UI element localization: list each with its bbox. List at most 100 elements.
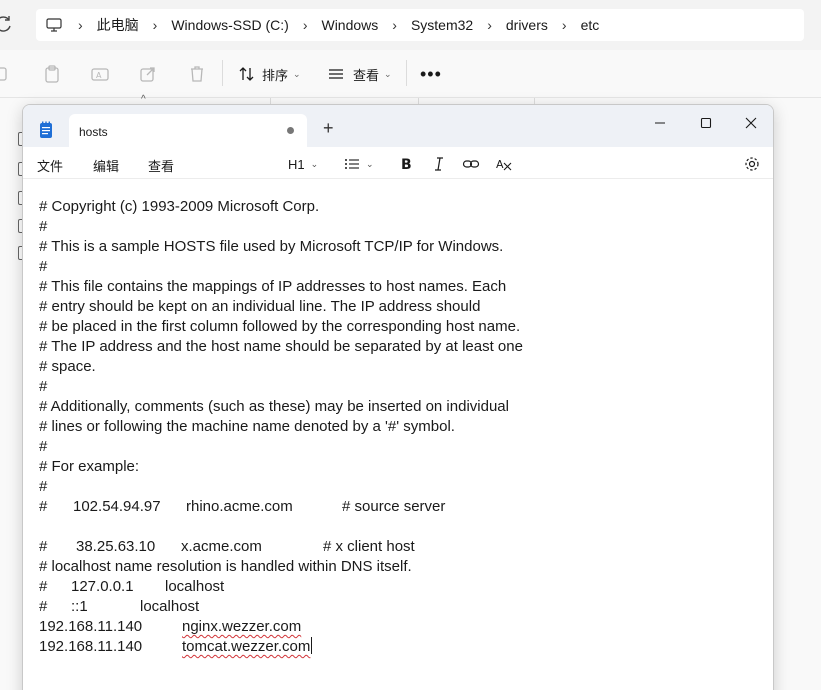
link-icon[interactable] (462, 155, 480, 173)
computer-icon[interactable] (46, 18, 62, 32)
address-row: › 此电脑 › Windows-SSD (C:) › Windows › Sys… (0, 0, 821, 50)
breadcrumb-windows[interactable]: Windows (321, 17, 378, 33)
comment: # source server (342, 498, 446, 515)
list-icon (345, 159, 359, 169)
ip-address: 192.168.11.140 (39, 638, 143, 655)
text-line: # Additionally, comments (such as these)… (39, 398, 509, 415)
hash: # (39, 498, 48, 515)
host-name: nginx.wezzer.com (182, 618, 302, 635)
share-icon[interactable] (138, 64, 158, 84)
ip-address: 127.0.0.1 (71, 578, 134, 595)
text-line: # For example: (39, 458, 140, 475)
text-line: # lines or following the machine name de… (39, 418, 455, 435)
heading-label: H1 (288, 156, 305, 172)
chevron-down-icon: ⌄ (310, 158, 319, 169)
breadcrumb-etc[interactable]: etc (581, 17, 600, 33)
example-line-xclient: # 38.25.63.10 x.acme.com # x client host (39, 537, 639, 557)
text-line: # The IP address and the host name shoul… (39, 338, 523, 355)
text-line: # (39, 218, 48, 235)
example-line-rhino: # 102.54.94.97 rhino.acme.com # source s… (39, 497, 639, 517)
chevron-right-icon[interactable]: › (487, 17, 492, 33)
chevron-right-icon[interactable]: › (78, 17, 83, 33)
new-tab-plus-icon[interactable]: + (323, 119, 334, 137)
notepad-window: hosts + 文件 编辑 查看 H1 ⌄ ⌄ B A # Copyright … (22, 104, 774, 690)
chevron-down-icon: ⌄ (293, 68, 301, 79)
host-name: x.acme.com (181, 538, 262, 555)
ip-address: 192.168.11.140 (39, 618, 143, 635)
hosts-entry-tomcat: 192.168.11.140 tomcat.wezzer.com (39, 637, 639, 657)
rename-icon[interactable]: A (90, 64, 110, 84)
bold-icon[interactable]: B (399, 155, 413, 173)
text-line: # (39, 478, 48, 495)
chevron-right-icon[interactable]: › (562, 17, 567, 33)
host-name-with-caret: tomcat.wezzer.com (182, 637, 313, 657)
text-editor[interactable]: # Copyright (c) 1993-2009 Microsoft Corp… (23, 179, 773, 690)
command-bar: A 排序 ⌄ 查看 ⌄ ••• (0, 50, 821, 98)
clear-formatting-icon[interactable]: A (495, 155, 513, 173)
example-line-localhost-v6: # ::1 localhost (39, 597, 639, 617)
text-line: # entry should be kept on an individual … (39, 298, 481, 315)
ip-address: 102.54.94.97 (73, 498, 161, 515)
tab-hosts[interactable]: hosts (69, 114, 307, 147)
text-line: # localhost name resolution is handled w… (39, 558, 412, 575)
hash: # (39, 578, 48, 595)
ip-address: ::1 (71, 598, 88, 615)
chevron-right-icon[interactable]: › (392, 17, 397, 33)
comment: # x client host (323, 538, 415, 555)
chevron-right-icon[interactable]: › (303, 17, 308, 33)
tab-title: hosts (79, 125, 108, 139)
view-icon (329, 69, 343, 79)
maximize-icon[interactable] (695, 112, 717, 134)
chevron-right-icon[interactable]: › (153, 17, 158, 33)
text-line: # (39, 438, 48, 455)
host-name: localhost (140, 598, 200, 615)
address-bar[interactable]: › 此电脑 › Windows-SSD (C:) › Windows › Sys… (36, 9, 804, 41)
breadcrumb-this-pc[interactable]: 此电脑 (97, 15, 139, 35)
gear-icon[interactable] (743, 155, 761, 173)
notepad-titlebar[interactable]: hosts + (23, 105, 773, 147)
command-divider (222, 60, 223, 86)
delete-icon[interactable] (187, 64, 207, 84)
host-name: tomcat.wezzer.com (182, 638, 311, 655)
hash: # (39, 538, 48, 555)
minimize-icon[interactable] (649, 112, 671, 134)
heading-dropdown[interactable]: H1 ⌄ (288, 155, 318, 173)
command-divider (406, 60, 407, 86)
italic-icon[interactable] (432, 155, 446, 173)
paste-icon[interactable] (42, 64, 62, 84)
notepad-app-icon (40, 121, 52, 138)
host-name: rhino.acme.com (186, 498, 293, 515)
text-line: # This file contains the mappings of IP … (39, 278, 507, 295)
view-button[interactable]: 查看 ⌄ (327, 64, 392, 84)
copy-icon[interactable] (0, 64, 12, 84)
sort-label: 排序 (262, 67, 289, 83)
menu-file[interactable]: 文件 (37, 156, 63, 175)
text-line: # Copyright (c) 1993-2009 Microsoft Corp… (39, 198, 320, 215)
list-dropdown[interactable]: ⌄ (344, 155, 374, 173)
more-options-icon[interactable]: ••• (420, 64, 442, 85)
text-line: # This is a sample HOSTS file used by Mi… (39, 238, 504, 255)
view-label: 查看 (353, 67, 380, 83)
sort-button[interactable]: 排序 ⌄ (238, 64, 301, 84)
hosts-entry-nginx: 192.168.11.140 nginx.wezzer.com (39, 617, 639, 637)
text-line: # (39, 258, 48, 275)
svg-text:A: A (96, 71, 102, 80)
unsaved-dot-icon[interactable] (287, 127, 294, 134)
svg-text:A: A (496, 158, 504, 171)
text-caret (311, 637, 313, 654)
menu-view[interactable]: 查看 (148, 156, 174, 175)
text-line: # be placed in the first column followed… (39, 318, 521, 335)
svg-text:B: B (401, 157, 412, 173)
text-line: # (39, 378, 48, 395)
menu-edit[interactable]: 编辑 (93, 156, 119, 175)
breadcrumb-drivers[interactable]: drivers (506, 17, 548, 33)
sort-icon (239, 67, 254, 81)
breadcrumb-drive-c[interactable]: Windows-SSD (C:) (171, 17, 288, 33)
breadcrumb-system32[interactable]: System32 (411, 17, 473, 33)
close-icon[interactable] (740, 112, 762, 134)
refresh-icon[interactable] (0, 14, 14, 34)
host-name: localhost (165, 578, 225, 595)
hash: # (39, 598, 48, 615)
example-line-localhost-v4: # 127.0.0.1 localhost (39, 577, 639, 597)
chevron-down-icon: ⌄ (384, 68, 392, 79)
